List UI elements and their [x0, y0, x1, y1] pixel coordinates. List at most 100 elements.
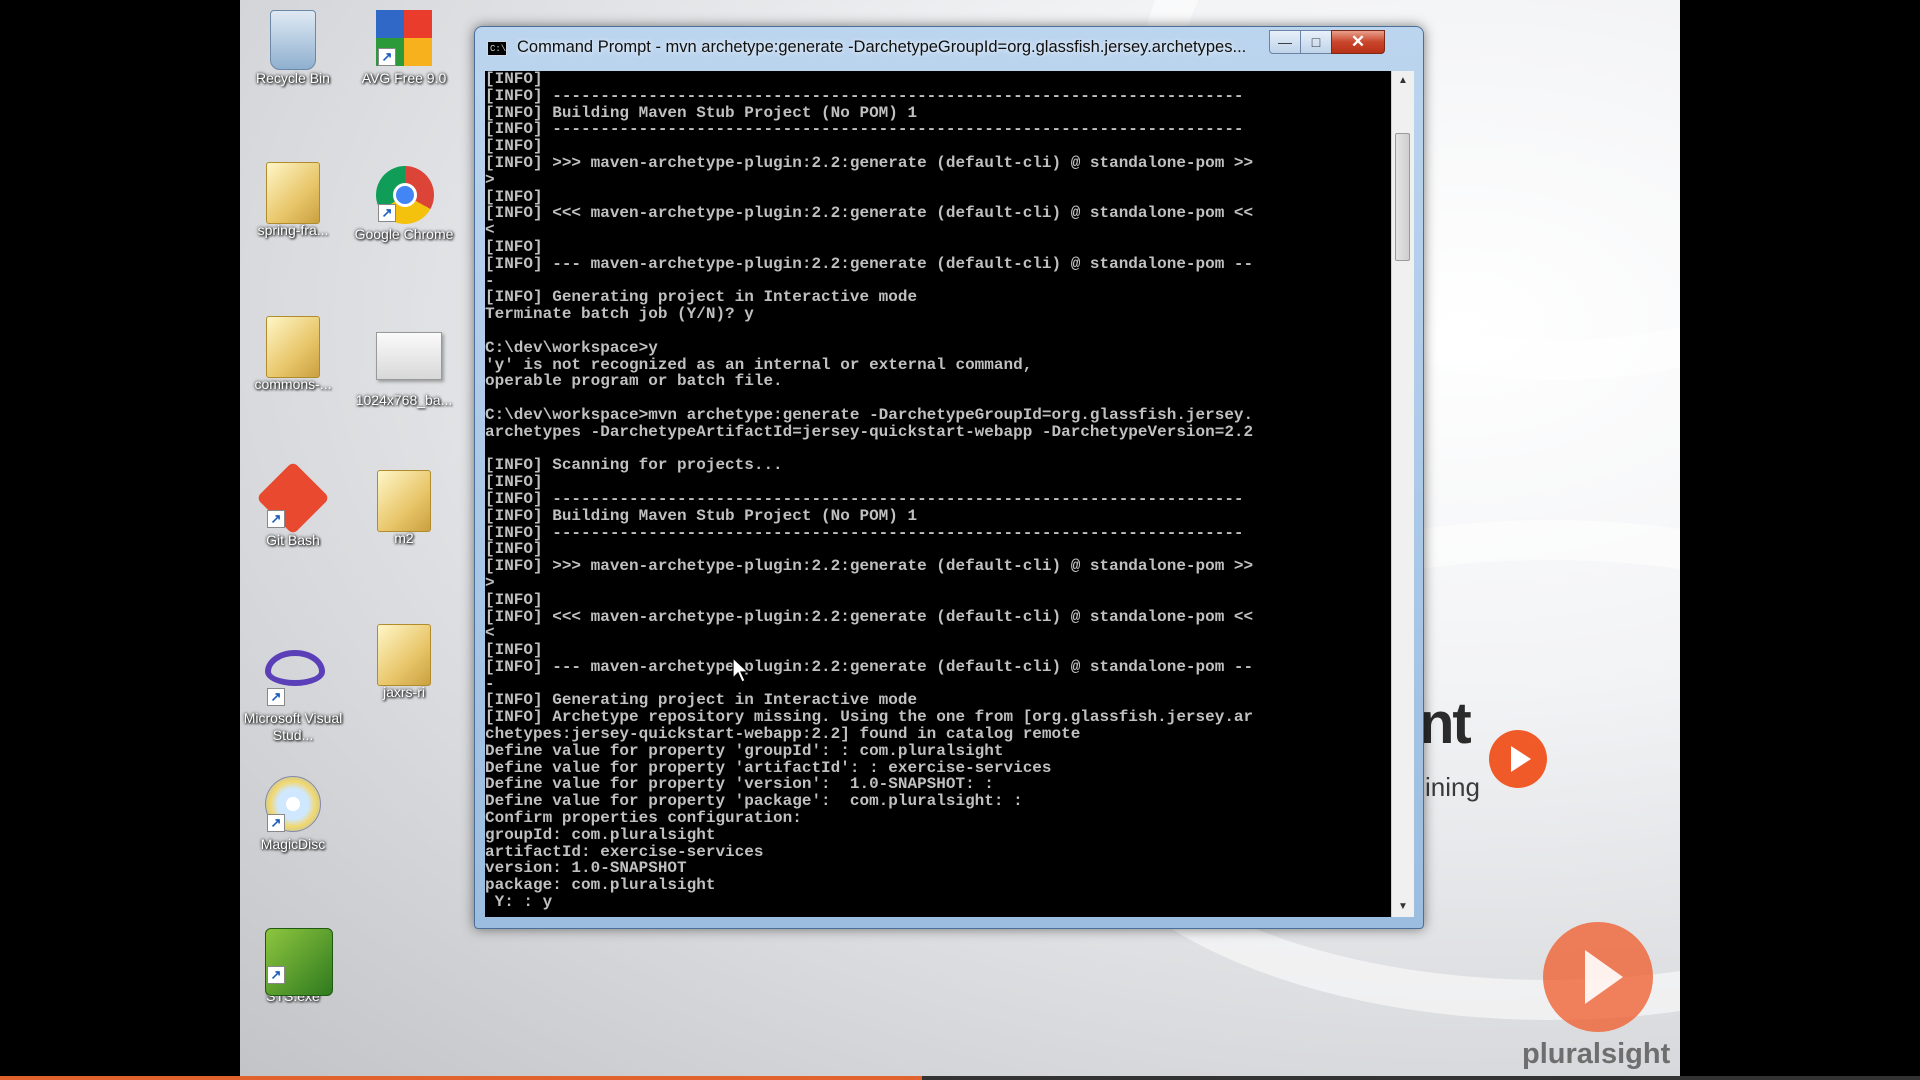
scroll-up-arrow-icon[interactable]: ▲ — [1392, 71, 1414, 91]
desktop-icon-avg[interactable]: ↗ AVG Free 9.0 — [354, 10, 454, 87]
desktop-icon-label: MagicDisc — [260, 836, 326, 852]
avg-icon: ↗ — [376, 10, 432, 66]
console-output[interactable]: [INFO] [INFO] ---------------------------… — [485, 71, 1401, 917]
desktop-icon-recycle-bin[interactable]: Recycle Bin — [243, 10, 343, 87]
folder-icon — [265, 162, 321, 224]
console-line: [INFO] — [485, 137, 543, 156]
desktop-icon-m2-folder[interactable]: m2 — [354, 470, 454, 547]
console-line: - — [485, 674, 495, 693]
console-line: Confirm properties configuration: — [485, 809, 802, 828]
console-line: Terminate batch job (Y/N)? y — [485, 305, 754, 324]
command-prompt-window[interactable]: C:\ Command Prompt - mvn archetype:gener… — [474, 26, 1424, 929]
shortcut-arrow-icon: ↗ — [267, 688, 285, 706]
console-line: [INFO] Building Maven Stub Project (No P… — [485, 506, 918, 525]
console-line: [INFO] <<< maven-archetype-plugin:2.2:ge… — [485, 607, 1254, 626]
console-line: archetypes -DarchetypeArtifactId=jersey-… — [485, 422, 1254, 441]
shortcut-arrow-icon: ↗ — [267, 966, 285, 984]
vertical-scrollbar[interactable]: ▲ ▼ — [1391, 71, 1414, 917]
desktop-icon-commons-folder[interactable]: commons-... — [243, 316, 343, 393]
console-line: [INFO] ---------------------------------… — [485, 86, 1244, 105]
console-line: [INFO] — [485, 473, 543, 492]
desktop-icon-sts[interactable]: ↗ STS.exe — [243, 928, 343, 1005]
desktop-icon-chrome[interactable]: ↗ Google Chrome — [354, 166, 454, 243]
video-progress-fill — [0, 1076, 922, 1080]
desktop-icon-jaxrs-folder[interactable]: jaxrs-ri — [354, 624, 454, 701]
desktop-icon-label: Microsoft Visual Stud... — [243, 710, 343, 743]
desktop-icon-label: AVG Free 9.0 — [361, 70, 447, 86]
desktop-icon-git-bash[interactable]: ↗ Git Bash — [243, 461, 343, 549]
desktop-icon-visual-studio[interactable]: ↗ Microsoft Visual Stud... — [243, 640, 343, 744]
folder-icon — [376, 624, 432, 686]
letterbox-right — [1680, 0, 1920, 1080]
shortcut-arrow-icon: ↗ — [267, 814, 285, 832]
shortcut-arrow-icon: ↗ — [267, 510, 285, 528]
desktop-icon-label: Google Chrome — [354, 226, 454, 242]
console-line: chetypes:jersey-quickstart-webapp:2.2] f… — [485, 725, 1081, 744]
console-line: operable program or batch file. — [485, 372, 783, 391]
video-progress-bar[interactable] — [0, 1076, 1920, 1080]
console-line: C:\dev\workspace>mvn archetype:generate … — [485, 405, 1254, 424]
desktop-icon-label: commons-... — [254, 376, 332, 392]
desktop-icon-label: jaxrs-ri — [383, 684, 425, 700]
chrome-icon: ↗ — [376, 166, 434, 224]
console-line: [INFO] — [485, 641, 543, 660]
folder-icon — [376, 470, 432, 532]
console-line: artifactId: exercise-services — [485, 842, 764, 861]
console-line: [INFO] — [485, 71, 543, 88]
console-line: Y: : y — [485, 893, 553, 912]
console-line: Define value for property 'package': com… — [485, 792, 1023, 811]
console-line: [INFO] ---------------------------------… — [485, 523, 1244, 542]
console-line: [INFO] Building Maven Stub Project (No P… — [485, 103, 918, 122]
console-line: Define value for property 'artifactId': … — [485, 758, 1052, 777]
console-line: [INFO] Generating project in Interactive… — [485, 288, 918, 307]
console-line: > — [485, 573, 495, 592]
console-line: [INFO] — [485, 540, 543, 559]
pluralsight-logo: pluralsight — [1522, 922, 1682, 1072]
console-line: version: 1.0-SNAPSHOT — [485, 859, 687, 878]
recycle-bin-icon — [265, 10, 321, 70]
console-line: [INFO] — [485, 237, 543, 256]
console-line: - — [485, 271, 495, 290]
maximize-button[interactable]: □ — [1300, 30, 1332, 54]
console-line: [INFO] <<< maven-archetype-plugin:2.2:ge… — [485, 204, 1254, 223]
wallpaper-brand-partial: nt ining — [1419, 690, 1599, 820]
pluralsight-logo-text: pluralsight — [1522, 1038, 1671, 1070]
console-line: [INFO] --- maven-archetype-plugin:2.2:ge… — [485, 657, 1254, 676]
console-line: < — [485, 221, 495, 240]
desktop-icon-image-file[interactable]: 1024x768_ba... — [354, 326, 454, 409]
window-titlebar[interactable]: C:\ Command Prompt - mvn archetype:gener… — [475, 27, 1423, 69]
desktop-icon-label: 1024x768_ba... — [355, 392, 453, 408]
console-line: 'y' is not recognized as an internal or … — [485, 355, 1033, 374]
scroll-down-arrow-icon[interactable]: ▼ — [1392, 897, 1414, 917]
scrollbar-thumb[interactable] — [1395, 133, 1410, 261]
shortcut-arrow-icon: ↗ — [378, 48, 396, 66]
console-line: > — [485, 170, 495, 189]
cmd-icon: C:\ — [487, 41, 507, 56]
sts-icon: ↗ — [265, 928, 333, 996]
desktop-icon-magicdisc[interactable]: ↗ MagicDisc — [243, 776, 343, 853]
console-line: Define value for property 'groupId': : c… — [485, 741, 1004, 760]
console-line: < — [485, 624, 495, 643]
console-line: [INFO] — [485, 590, 543, 609]
desktop-icon-spring-folder[interactable]: spring-fra... — [243, 162, 343, 239]
console-line: [INFO] ---------------------------------… — [485, 489, 1244, 508]
brand-partial-subtext: ining — [1425, 772, 1480, 802]
minimize-button[interactable]: — — [1269, 30, 1301, 54]
console-line: [INFO] Scanning for projects... — [485, 456, 783, 475]
console-line: C:\dev\workspace>y — [485, 338, 658, 357]
console-line: [INFO] >>> maven-archetype-plugin:2.2:ge… — [485, 153, 1254, 172]
window-title: Command Prompt - mvn archetype:generate … — [517, 38, 1247, 56]
close-button[interactable]: ✕ — [1331, 30, 1385, 54]
console-line: package: com.pluralsight — [485, 876, 716, 895]
brand-play-icon — [1489, 730, 1547, 788]
console-line: [INFO] ---------------------------------… — [485, 120, 1244, 139]
console-line: [INFO] Generating project in Interactive… — [485, 691, 918, 710]
brand-partial-text: nt — [1419, 691, 1472, 756]
folder-icon — [265, 316, 321, 378]
console-line: [INFO] Archetype repository missing. Usi… — [485, 708, 1254, 727]
pluralsight-play-icon — [1543, 922, 1653, 1032]
git-bash-icon: ↗ — [256, 461, 330, 535]
magicdisc-icon: ↗ — [265, 776, 321, 832]
